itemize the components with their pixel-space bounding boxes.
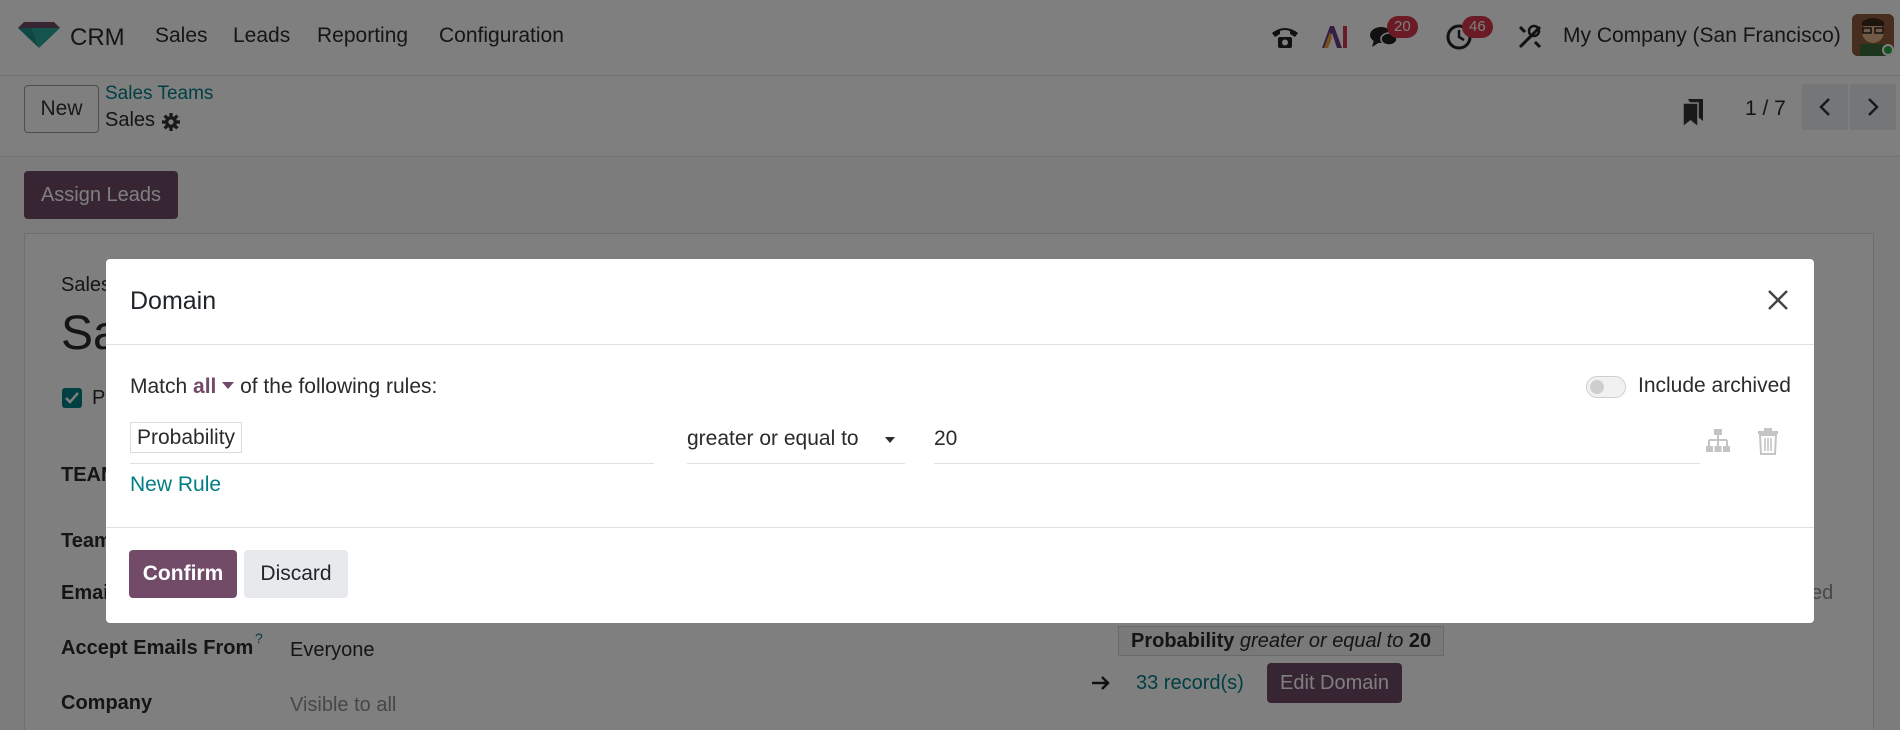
rule-value-input[interactable]: 20	[934, 422, 1700, 464]
toggle-knob	[1590, 380, 1604, 394]
rule-path-field[interactable]: Probability	[130, 422, 654, 464]
close-icon[interactable]	[1762, 284, 1794, 316]
rule-value: 20	[934, 427, 958, 450]
dialog-footer: Confirm Discard	[106, 527, 1814, 623]
match-suffix: of the following rules:	[240, 375, 438, 398]
discard-button[interactable]: Discard	[244, 550, 348, 598]
match-rule-line: Match all of the following rules:	[130, 375, 437, 399]
dialog-header: Domain	[106, 259, 1814, 345]
operator-caret-icon	[885, 437, 895, 443]
include-archived-toggle[interactable]	[1586, 376, 1626, 398]
caret-down-icon[interactable]	[222, 382, 235, 390]
rule-path-tag[interactable]: Probability	[130, 422, 243, 453]
confirm-button[interactable]: Confirm	[129, 550, 237, 598]
rule-operator-select[interactable]: greater or equal to	[687, 422, 905, 464]
new-rule-link[interactable]: New Rule	[130, 473, 221, 497]
match-selector[interactable]: all	[193, 375, 216, 398]
add-branch-icon[interactable]	[1704, 427, 1732, 455]
trash-icon[interactable]	[1756, 427, 1780, 455]
rule-operator-value: greater or equal to	[687, 427, 859, 450]
dialog-title: Domain	[130, 287, 217, 315]
domain-dialog: Domain Match all of the following rules:…	[106, 259, 1814, 623]
match-prefix: Match	[130, 375, 188, 398]
include-archived-label: Include archived	[1638, 374, 1791, 397]
